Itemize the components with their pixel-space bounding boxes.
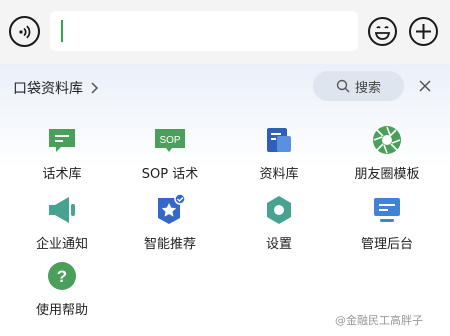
item-sop-script[interactable]: SOP SOP 话术 (115, 124, 225, 184)
search-button[interactable]: 搜索 (313, 71, 404, 101)
chat-script-icon (49, 129, 75, 152)
search-label: 搜索 (354, 80, 381, 96)
smart-badge-icon (158, 194, 186, 224)
emoji-icon[interactable] (367, 16, 398, 47)
item-label: 朋友圈模板 (354, 167, 420, 182)
plus-icon[interactable] (408, 16, 439, 47)
item-moments-template[interactable]: 朋友圈模板 (332, 124, 442, 184)
item-smart-recommend[interactable]: 智能推荐 (115, 194, 225, 254)
watermark: @金融民工高胖子 (335, 314, 423, 327)
document-library-icon (267, 128, 291, 152)
item-label: 资料库 (259, 167, 299, 182)
item-label: SOP 话术 (141, 167, 199, 182)
item-help[interactable]: ? 使用帮助 (7, 260, 117, 320)
item-enterprise-notice[interactable]: 企业通知 (7, 194, 117, 254)
svg-text:?: ? (57, 267, 67, 286)
item-label: 使用帮助 (35, 303, 88, 318)
pocket-library-panel: 口袋资料库 搜索 话术库 SOP SOP 话术 资料库 朋友圈模板 企业通知 智… (0, 64, 450, 336)
svg-text:SOP: SOP (159, 135, 180, 146)
close-icon[interactable] (415, 76, 435, 96)
library-title[interactable]: 口袋资料库 (13, 76, 99, 100)
item-settings[interactable]: 设置 (224, 194, 334, 254)
moments-icon (373, 126, 401, 154)
text-caret (61, 20, 63, 42)
item-script-library[interactable]: 话术库 (7, 124, 117, 184)
admin-monitor-icon (374, 198, 400, 222)
chevron-right-icon (91, 82, 99, 94)
voice-button[interactable] (9, 16, 40, 47)
item-admin-console[interactable]: 管理后台 (332, 194, 442, 254)
megaphone-icon (49, 197, 75, 223)
help-icon: ? (48, 262, 76, 290)
settings-hexagon-icon (267, 196, 291, 224)
search-icon (336, 79, 350, 93)
item-label: 设置 (265, 237, 292, 252)
input-bar (0, 0, 450, 64)
library-title-text: 口袋资料库 (13, 81, 83, 97)
item-document-library[interactable]: 资料库 (224, 124, 334, 184)
item-label: 企业通知 (35, 237, 88, 252)
voice-icon (18, 25, 30, 38)
sop-icon: SOP (155, 129, 185, 152)
item-label: 话术库 (42, 167, 82, 182)
message-input[interactable] (50, 11, 358, 51)
item-label: 智能推荐 (143, 237, 196, 252)
item-label: 管理后台 (360, 237, 413, 252)
